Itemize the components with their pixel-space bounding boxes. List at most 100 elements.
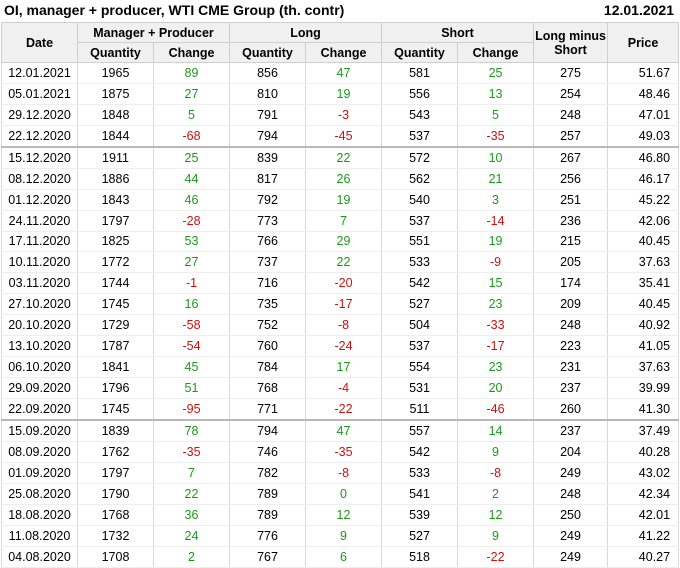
cell-long-change: -3: [304, 104, 383, 126]
cell-short-change: 15: [457, 272, 535, 295]
cell-date: 08.12.2020: [1, 168, 78, 190]
table-row: 29.09.2020 1796 51 768 -4 531 20 237 39.99: [1, 377, 680, 399]
cell-mp-quantity: 1729: [77, 314, 154, 337]
cell-long-minus-short: 250: [533, 504, 609, 526]
cell-short-quantity: 511: [381, 398, 459, 421]
cell-short-quantity: 504: [381, 314, 459, 337]
cell-long-minus-short: 215: [533, 231, 609, 253]
cell-date: 29.09.2020: [1, 377, 78, 399]
cell-price: 37.49: [607, 418, 680, 442]
cell-date: 06.10.2020: [1, 356, 78, 379]
cell-short-quantity: 533: [381, 251, 459, 274]
cell-long-change: 19: [304, 189, 383, 211]
cell-mp-change: -1: [153, 272, 230, 295]
cell-long-quantity: 784: [229, 356, 306, 379]
cell-mp-change: 2: [153, 546, 230, 568]
cell-short-quantity: 557: [381, 418, 459, 442]
col-group-short: Short: [381, 22, 535, 43]
cell-price: 35.41: [607, 272, 680, 295]
cell-short-change: 3: [457, 189, 535, 211]
cell-short-quantity: 531: [381, 377, 459, 399]
cell-short-change: -33: [457, 314, 535, 337]
cell-mp-change: -54: [153, 335, 230, 358]
cell-date: 01.09.2020: [1, 462, 78, 484]
cell-price: 40.27: [607, 546, 680, 568]
cell-price: 47.01: [607, 104, 680, 126]
cell-long-minus-short: 249: [533, 462, 609, 484]
table-row: 27.10.2020 1745 16 735 -17 527 23 209 40.45: [1, 293, 680, 316]
cell-date: 29.12.2020: [1, 104, 78, 126]
cell-long-quantity: 776: [229, 525, 306, 547]
cell-mp-change: 27: [153, 83, 230, 105]
cell-price: 45.22: [607, 189, 680, 211]
cell-long-quantity: 746: [229, 441, 306, 463]
cell-short-change: -46: [457, 398, 535, 421]
cell-date: 03.11.2020: [1, 272, 78, 295]
cell-short-quantity: 537: [381, 125, 459, 148]
report-header: OI, manager + producer, WTI CME Group (t…: [0, 0, 680, 22]
cell-long-change: 47: [304, 62, 383, 84]
cell-short-change: -22: [457, 546, 535, 568]
cell-short-quantity: 542: [381, 272, 459, 295]
cell-mp-quantity: 1875: [77, 83, 154, 105]
cell-long-change: 29: [304, 231, 383, 253]
cell-mp-change: 46: [153, 189, 230, 211]
table-row: 12.01.2021 1965 89 856 47 581 25 275 51.67: [1, 62, 680, 84]
cell-short-quantity: 537: [381, 210, 459, 232]
cell-long-quantity: 789: [229, 504, 306, 526]
cell-long-quantity: 792: [229, 189, 306, 211]
cell-short-change: -9: [457, 251, 535, 274]
cell-short-change: -8: [457, 462, 535, 484]
cell-short-change: 25: [457, 62, 535, 84]
table-row: 01.12.2020 1843 46 792 19 540 3 251 45.22: [1, 189, 680, 211]
table-row: 15.12.2020 1911 25 839 22 572 10 267 46.80: [1, 145, 680, 169]
cell-mp-quantity: 1825: [77, 231, 154, 253]
cell-long-quantity: 856: [229, 62, 306, 84]
cell-date: 01.12.2020: [1, 189, 78, 211]
cell-mp-change: 7: [153, 462, 230, 484]
cell-short-change: 9: [457, 441, 535, 463]
cell-long-quantity: 737: [229, 251, 306, 274]
cell-short-change: -17: [457, 335, 535, 358]
cell-long-quantity: 794: [229, 125, 306, 148]
col-long-quantity: Quantity: [229, 42, 306, 63]
table-row: 06.10.2020 1841 45 784 17 554 23 231 37.63: [1, 356, 680, 379]
col-date-header: Date: [1, 22, 78, 63]
cell-long-change: 7: [304, 210, 383, 232]
cell-long-quantity: 791: [229, 104, 306, 126]
cell-date: 13.10.2020: [1, 335, 78, 358]
cell-short-quantity: 541: [381, 483, 459, 505]
cell-price: 41.22: [607, 525, 680, 547]
cell-price: 46.80: [607, 145, 680, 169]
cell-short-quantity: 518: [381, 546, 459, 568]
cell-long-minus-short: 205: [533, 251, 609, 274]
cell-long-minus-short: 260: [533, 398, 609, 421]
cell-date: 22.09.2020: [1, 398, 78, 421]
cell-mp-quantity: 1911: [77, 145, 154, 169]
table-row: 01.09.2020 1797 7 782 -8 533 -8 249 43.02: [1, 462, 680, 484]
cell-long-change: -8: [304, 314, 383, 337]
cell-long-quantity: 839: [229, 145, 306, 169]
cell-price: 51.67: [607, 62, 680, 84]
cell-mp-change: 45: [153, 356, 230, 379]
cell-mp-change: -95: [153, 398, 230, 421]
cell-mp-change: -35: [153, 441, 230, 463]
cell-price: 41.30: [607, 398, 680, 421]
cell-mp-change: 44: [153, 168, 230, 190]
cell-long-quantity: 771: [229, 398, 306, 421]
cell-mp-change: -28: [153, 210, 230, 232]
cell-long-quantity: 752: [229, 314, 306, 337]
cell-long-quantity: 810: [229, 83, 306, 105]
cell-mp-quantity: 1797: [77, 462, 154, 484]
table-row: 05.01.2021 1875 27 810 19 556 13 254 48.46: [1, 83, 680, 105]
cell-mp-change: -58: [153, 314, 230, 337]
cell-short-change: 23: [457, 356, 535, 379]
cell-short-change: 14: [457, 418, 535, 442]
cell-long-minus-short: 223: [533, 335, 609, 358]
cell-price: 43.02: [607, 462, 680, 484]
table-row: 03.11.2020 1744 -1 716 -20 542 15 174 35.41: [1, 272, 680, 295]
table-row: 25.08.2020 1790 22 789 0 541 2 248 42.34: [1, 483, 680, 505]
cell-date: 27.10.2020: [1, 293, 78, 316]
cell-price: 37.63: [607, 356, 680, 379]
cell-mp-quantity: 1732: [77, 525, 154, 547]
